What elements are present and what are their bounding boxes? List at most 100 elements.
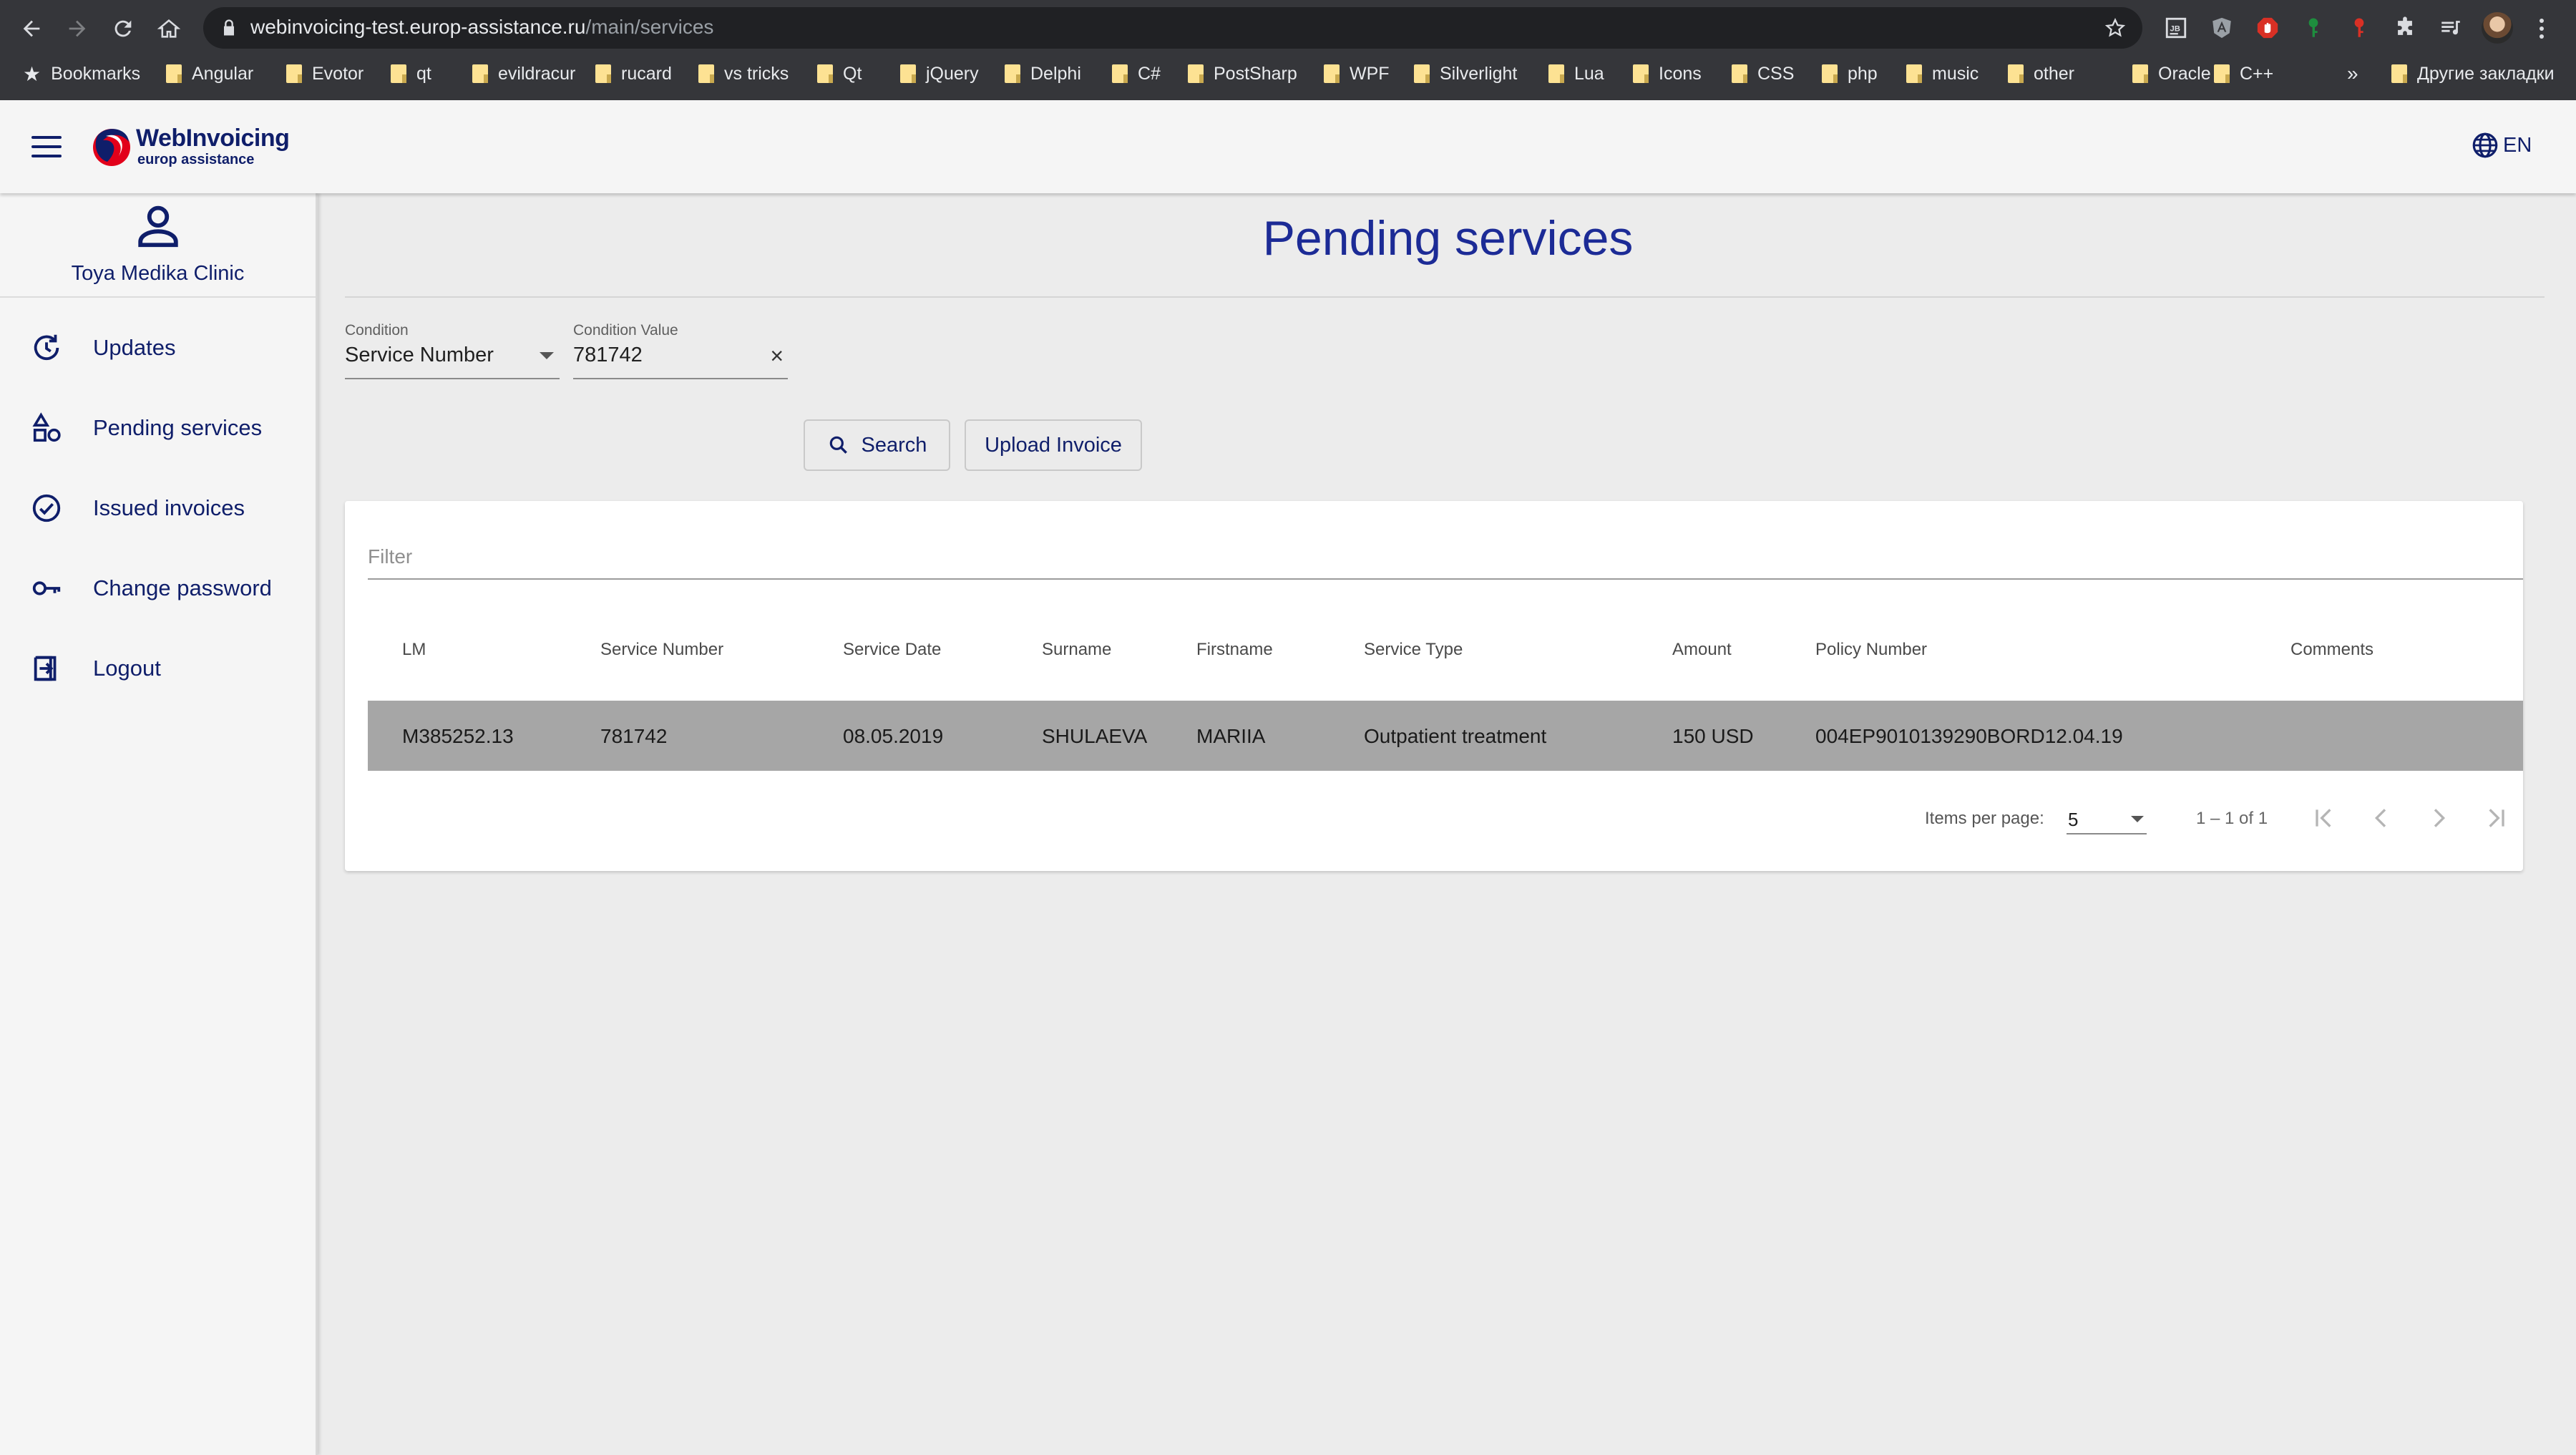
search-button[interactable]: Search — [804, 419, 950, 471]
profile-avatar[interactable] — [2482, 12, 2513, 44]
filter-placeholder: Filter — [368, 545, 413, 568]
sidebar-item-label: Change password — [93, 575, 272, 600]
column-header[interactable]: Policy Number — [1815, 640, 1927, 660]
extension-jetbrains[interactable]: JB — [2162, 14, 2190, 42]
sidebar-item-updates[interactable]: Updates — [0, 319, 316, 376]
other-bookmarks-folder[interactable]: Другие закладки — [2391, 59, 2555, 89]
bookmark-folder[interactable]: Angular — [166, 59, 253, 89]
filter-input[interactable]: Filter — [368, 540, 2523, 580]
bookmark-folder[interactable]: Lua — [1548, 59, 1604, 89]
column-header[interactable]: Surname — [1042, 640, 1111, 660]
folder-icon — [2132, 64, 2148, 83]
first-page-icon — [2316, 809, 2331, 827]
items-per-page-value: 5 — [2068, 809, 2079, 830]
folder-icon — [1112, 64, 1128, 83]
upload-invoice-button[interactable]: Upload Invoice — [965, 419, 1142, 471]
bookmark-folder[interactable]: jQuery — [900, 59, 979, 89]
items-per-page-label: Items per page: — [1925, 809, 2044, 828]
app-root: WebInvoicing europ assistance EN Toya Me… — [0, 100, 2576, 1455]
bookmark-folder[interactable]: evildracur — [472, 59, 575, 89]
extension-angular[interactable] — [2208, 14, 2235, 42]
chevron-left-icon — [2374, 809, 2386, 827]
forward-button[interactable] — [62, 13, 93, 44]
field-underline — [345, 378, 560, 379]
condition-value: Service Number — [345, 344, 494, 366]
bookmark-folder[interactable]: Oracle — [2132, 59, 2211, 89]
bookmark-folder[interactable]: Evotor — [286, 59, 364, 89]
bookmark-folder[interactable]: PostSharp — [1188, 59, 1297, 89]
sidebar-item-issued-invoices[interactable]: Issued invoices — [0, 480, 316, 537]
field-underline — [573, 378, 788, 379]
bookmark-folder[interactable]: Icons — [1633, 59, 1702, 89]
europ-assistance-logo-icon — [93, 129, 130, 166]
sidebar-item-pending-services[interactable]: Pending services — [0, 399, 316, 457]
table-cell: SHULAEVA — [1042, 725, 1148, 747]
column-header[interactable]: LM — [402, 640, 426, 660]
refresh-icon — [29, 330, 64, 366]
language-selector[interactable]: EN — [2470, 130, 2532, 160]
previous-page-button[interactable] — [2363, 800, 2399, 836]
last-page-button[interactable] — [2478, 800, 2514, 836]
sidebar-item-change-password[interactable]: Change password — [0, 560, 316, 617]
home-icon — [157, 19, 181, 38]
bookmark-label: Lua — [1574, 63, 1604, 84]
first-page-button[interactable] — [2306, 800, 2342, 836]
bookmark-folder[interactable]: rucard — [595, 59, 672, 89]
bookmarks-overflow-button[interactable]: » — [2347, 59, 2358, 89]
condition-select[interactable]: Condition Service Number — [345, 322, 560, 382]
app-logo[interactable]: WebInvoicing europ assistance — [90, 122, 290, 172]
folder-icon — [391, 64, 406, 83]
bookmark-folder[interactable]: Silverlight — [1414, 59, 1517, 89]
bookmark-folder[interactable]: C# — [1112, 59, 1161, 89]
browser-menu-button[interactable] — [2531, 13, 2552, 44]
table-row[interactable]: M385252.13 781742 08.05.2019 SHULAEVA MARIIA… — [368, 701, 2523, 771]
extension-adblock[interactable] — [2254, 14, 2281, 42]
bookmarks-manager[interactable]: ★ Bookmarks — [23, 59, 140, 89]
url-path: /main/services — [585, 16, 714, 38]
bookmark-folder[interactable]: music — [1906, 59, 1979, 89]
reload-button[interactable] — [107, 13, 139, 44]
items-per-page-select[interactable]: 5 — [2067, 799, 2147, 836]
home-button[interactable] — [153, 13, 185, 44]
menu-toggle-button[interactable] — [31, 136, 62, 157]
bookmark-label: PostSharp — [1214, 63, 1297, 84]
bookmark-folder[interactable]: other — [2008, 59, 2074, 89]
bookmark-folder[interactable]: vs tricks — [698, 59, 789, 89]
extension-key-red[interactable] — [2346, 14, 2373, 42]
column-header[interactable]: Amount — [1672, 640, 1732, 660]
next-page-button[interactable] — [2421, 800, 2457, 836]
bookmark-label: rucard — [621, 63, 672, 84]
column-header[interactable]: Service Date — [843, 640, 941, 660]
language-label: EN — [2503, 133, 2532, 157]
bookmark-folder[interactable]: qt — [391, 59, 431, 89]
back-button[interactable] — [16, 13, 47, 44]
column-header[interactable]: Firstname — [1196, 640, 1273, 660]
folder-icon — [1732, 64, 1747, 83]
bookmark-star-icon[interactable] — [2104, 16, 2127, 39]
column-header[interactable]: Comments — [2290, 640, 2373, 660]
extensions-button[interactable] — [2391, 14, 2419, 42]
sidebar-item-logout[interactable]: Logout — [0, 640, 316, 697]
folder-icon — [1414, 64, 1430, 83]
bookmarks-bar: ★ Bookmarks » Другие закладки Angular Evo… — [0, 59, 2576, 89]
folder-icon — [1906, 64, 1922, 83]
bookmark-label: Evotor — [312, 63, 364, 84]
bookmark-folder[interactable]: WPF — [1324, 59, 1390, 89]
clear-icon[interactable]: × — [770, 344, 784, 368]
bookmark-folder[interactable]: Delphi — [1005, 59, 1081, 89]
extension-key-green[interactable] — [2300, 14, 2327, 42]
table-cell: M385252.13 — [402, 725, 514, 747]
address-bar[interactable]: webinvoicing-test.europ-assistance.ru/ma… — [203, 7, 2142, 49]
column-header[interactable]: Service Type — [1364, 640, 1463, 660]
folder-icon — [2391, 64, 2407, 83]
bookmark-folder[interactable]: C++ — [2214, 59, 2273, 89]
column-header[interactable]: Service Number — [600, 640, 723, 660]
angular-icon — [2212, 17, 2231, 39]
bookmark-folder[interactable]: php — [1822, 59, 1878, 89]
media-control-button[interactable] — [2437, 14, 2464, 42]
bookmark-folder[interactable]: CSS — [1732, 59, 1794, 89]
search-label: Search — [861, 433, 927, 457]
table-cell: Outpatient treatment — [1364, 725, 1547, 747]
bookmark-folder[interactable]: Qt — [817, 59, 862, 89]
condition-value-input[interactable]: Condition Value 781742 × — [573, 322, 788, 382]
